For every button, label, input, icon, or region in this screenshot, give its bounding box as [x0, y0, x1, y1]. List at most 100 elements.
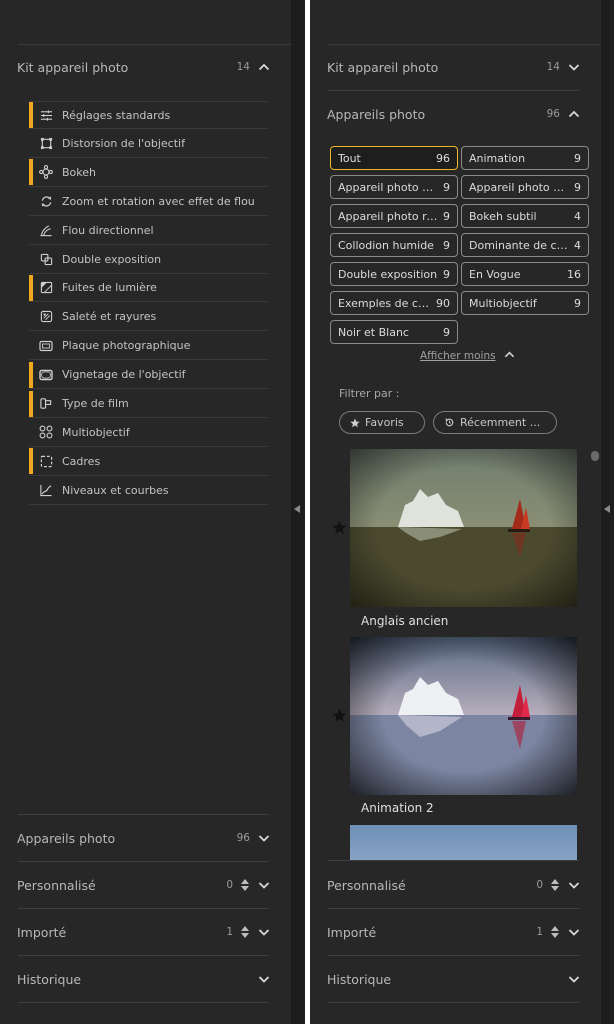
- category-chip[interactable]: Appareil photo bo... 9: [330, 175, 458, 199]
- scratches-icon: [39, 310, 53, 324]
- chip-count: 9: [574, 180, 581, 194]
- active-indicator: [29, 390, 33, 417]
- sort-icon[interactable]: [241, 878, 250, 892]
- tool-item[interactable]: Plaque photographique: [29, 332, 268, 361]
- section-count: 1: [226, 926, 233, 938]
- scrollbar-thumb[interactable]: [591, 451, 599, 461]
- right-collapse-gutter[interactable]: [601, 0, 614, 1024]
- chevron-down-icon[interactable]: [258, 832, 270, 844]
- chip-label: Double exposition: [338, 267, 438, 281]
- category-chip[interactable]: Tout 96: [330, 146, 458, 170]
- perso-section-header[interactable]: Personnalisé 0: [310, 862, 601, 908]
- chip-label: Animation: [469, 151, 526, 165]
- preset-thumbnail[interactable]: [350, 637, 577, 795]
- plate-icon: [39, 339, 53, 353]
- active-indicator: [29, 102, 33, 128]
- category-chip[interactable]: Bokeh subtil 4: [461, 204, 589, 228]
- chip-count: 4: [574, 209, 581, 223]
- section-title: Historique: [327, 971, 392, 987]
- importe-section-header[interactable]: Importé 1: [0, 909, 291, 955]
- collapse-arrow-icon[interactable]: [294, 505, 300, 513]
- section-title: Historique: [17, 971, 82, 987]
- filter-favorites-button[interactable]: Favoris: [339, 411, 425, 434]
- sort-icon[interactable]: [551, 925, 560, 939]
- tool-item[interactable]: Distorsion de l'objectif: [29, 130, 268, 158]
- favorite-star-icon[interactable]: [332, 520, 348, 536]
- section-title: Importé: [327, 924, 377, 940]
- chevron-down-icon[interactable]: [568, 926, 580, 938]
- kit-section-header[interactable]: Kit appareil photo 14: [0, 44, 291, 90]
- preset-card[interactable]: [350, 637, 577, 795]
- chevron-down-icon[interactable]: [258, 973, 270, 985]
- tool-item[interactable]: Type de film: [29, 390, 268, 418]
- tool-item[interactable]: Bokeh: [29, 159, 268, 187]
- tool-item[interactable]: Cadres: [29, 448, 268, 476]
- active-indicator: [29, 159, 33, 186]
- appareils-section-header[interactable]: Appareils photo 96: [310, 91, 601, 137]
- perso-section-header[interactable]: Personnalisé 0: [0, 862, 291, 908]
- tool-item[interactable]: Niveaux et courbes: [29, 477, 268, 505]
- chevron-down-icon[interactable]: [258, 879, 270, 891]
- tool-item-label: Fuites de lumière: [62, 281, 157, 295]
- preset-card[interactable]: [350, 449, 577, 607]
- tool-item[interactable]: Zoom et rotation avec effet de flou: [29, 188, 268, 216]
- filter-label: Filtrer par :: [339, 387, 400, 400]
- inactive-indicator: [29, 333, 33, 359]
- tool-item[interactable]: Flou directionnel: [29, 217, 268, 245]
- historique-section-header[interactable]: Historique: [0, 956, 291, 1002]
- chevron-up-icon[interactable]: [568, 108, 580, 120]
- tool-item-label: Plaque photographique: [62, 339, 191, 353]
- tool-item[interactable]: Réglages standards: [29, 101, 268, 129]
- left-collapse-gutter[interactable]: [291, 0, 305, 1024]
- tool-item-label: Zoom et rotation avec effet de flou: [62, 194, 255, 208]
- kit-section-header[interactable]: Kit appareil photo 14: [310, 44, 601, 90]
- category-chip[interactable]: Animation 9: [461, 146, 589, 170]
- appareils-section-header[interactable]: Appareils photo 96: [0, 815, 291, 861]
- show-less-link[interactable]: Afficher moins: [420, 349, 515, 363]
- sort-icon[interactable]: [241, 925, 250, 939]
- favorite-star-icon[interactable]: [332, 708, 348, 724]
- filter-recent-button[interactable]: Récemment ...: [433, 411, 557, 434]
- frames-icon: [39, 454, 53, 468]
- category-chip[interactable]: Multiobjectif 9: [461, 291, 589, 315]
- tool-item[interactable]: Double exposition: [29, 246, 268, 274]
- bottom-sections: Personnalisé 0 Importé 1 Historique: [310, 860, 601, 1024]
- section-count: 14: [236, 61, 250, 73]
- tool-item[interactable]: Saleté et rayures: [29, 303, 268, 332]
- preset-name: Anglais ancien: [361, 614, 449, 628]
- chip-label: Bokeh subtil: [469, 209, 537, 223]
- tool-item[interactable]: Fuites de lumière: [29, 274, 268, 303]
- preset-thumbnail[interactable]: [350, 449, 577, 607]
- historique-section-header[interactable]: Historique: [310, 956, 601, 1002]
- inactive-indicator: [29, 130, 33, 156]
- motion-blur-icon: [39, 223, 53, 237]
- category-chip[interactable]: Appareil photo cla... 9: [461, 175, 589, 199]
- category-chip[interactable]: Collodion humide 9: [330, 233, 458, 257]
- importe-section-header[interactable]: Importé 1: [310, 909, 601, 955]
- chevron-up-icon[interactable]: [258, 61, 270, 73]
- category-chip[interactable]: En Vogue 16: [461, 262, 589, 286]
- sort-icon[interactable]: [551, 878, 560, 892]
- tool-item[interactable]: Multiobjectif: [29, 419, 268, 447]
- tool-item-label: Multiobjectif: [62, 425, 130, 439]
- chevron-down-icon[interactable]: [568, 61, 580, 73]
- distortion-icon: [39, 136, 53, 150]
- chip-count: 9: [443, 180, 450, 194]
- tool-item-label: Double exposition: [62, 252, 162, 266]
- category-chip[interactable]: Double exposition 9: [330, 262, 458, 286]
- divider: [328, 1002, 579, 1003]
- preset-thumbnail[interactable]: [350, 825, 577, 865]
- section-title: Personnalisé: [17, 877, 96, 893]
- chevron-down-icon[interactable]: [568, 973, 580, 985]
- chip-label: Exemples de co...: [338, 296, 432, 310]
- category-chip[interactable]: Exemples de co... 90: [330, 291, 458, 315]
- collapse-arrow-icon[interactable]: [604, 505, 610, 513]
- section-count: 96: [236, 832, 250, 844]
- chevron-down-icon[interactable]: [568, 879, 580, 891]
- category-chip[interactable]: Appareil photo rétro 9: [330, 204, 458, 228]
- category-chip[interactable]: Noir et Blanc 9: [330, 320, 458, 344]
- tool-item[interactable]: Vignetage de l'objectif: [29, 361, 268, 390]
- category-chip[interactable]: Dominante de co... 4: [461, 233, 589, 257]
- chevron-down-icon[interactable]: [258, 926, 270, 938]
- light-leak-icon: [39, 281, 53, 295]
